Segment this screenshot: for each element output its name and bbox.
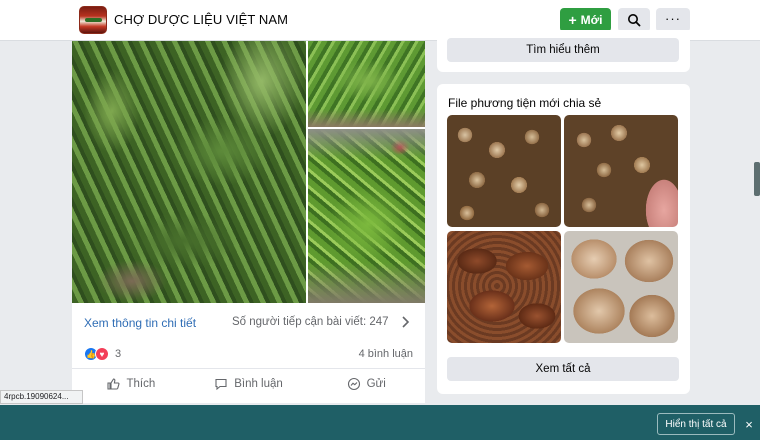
- like-label: Thích: [126, 377, 156, 390]
- reach-text[interactable]: Số người tiếp cận bài viết: 247: [232, 316, 389, 328]
- post-photo-top-right[interactable]: [308, 41, 425, 127]
- reactions-summary[interactable]: 👍 ♥ 3: [84, 347, 121, 361]
- learn-more-button[interactable]: Tìm hiểu thêm: [447, 38, 679, 62]
- media-title: File phương tiện mới chia sẻ: [448, 96, 602, 110]
- post-card: Xem thông tin chi tiết Số người tiếp cận…: [72, 41, 425, 403]
- love-reaction-icon: ♥: [95, 347, 109, 361]
- thumbs-up-icon: [107, 377, 120, 390]
- bottom-notification-bar: [0, 405, 760, 440]
- scrollbar-thumb[interactable]: [754, 162, 760, 196]
- comment-icon: [215, 378, 227, 390]
- group-name[interactable]: CHỢ DƯỢC LIỆU VIỆT NAM: [114, 12, 288, 27]
- search-icon: [628, 14, 641, 27]
- see-all-button[interactable]: Xem tất cả: [447, 357, 679, 381]
- new-post-button[interactable]: + Mới: [560, 8, 611, 32]
- media-thumbnail[interactable]: [447, 115, 561, 227]
- more-dots-icon: ···: [665, 10, 681, 26]
- messenger-icon: [347, 377, 360, 390]
- media-thumbnail[interactable]: [564, 115, 678, 227]
- recent-media-card: File phương tiện mới chia sẻ Xem tất cả: [437, 84, 690, 394]
- plus-icon: +: [568, 12, 577, 28]
- post-action-row: Thích Bình luận Gửi: [72, 368, 425, 398]
- send-label: Gửi: [366, 377, 386, 390]
- about-card: Tìm hiểu thêm: [437, 30, 690, 72]
- search-button[interactable]: [618, 8, 650, 32]
- chevron-right-icon[interactable]: [400, 315, 410, 329]
- show-all-button[interactable]: Hiển thị tất cả: [657, 413, 735, 435]
- comment-label: Bình luận: [234, 377, 283, 390]
- post-photo-bottom-right[interactable]: [308, 129, 425, 303]
- like-button[interactable]: Thích: [72, 369, 190, 398]
- new-button-label: Mới: [580, 13, 603, 27]
- group-avatar[interactable]: [79, 6, 107, 34]
- reaction-count: 3: [115, 348, 122, 360]
- more-button[interactable]: ···: [656, 8, 690, 32]
- post-photo-main[interactable]: [72, 41, 306, 303]
- close-icon[interactable]: ×: [742, 415, 756, 433]
- send-button[interactable]: Gửi: [307, 369, 425, 398]
- details-link[interactable]: Xem thông tin chi tiết: [84, 316, 196, 330]
- url-status-tooltip: 4rpcb.19090624...: [0, 390, 83, 404]
- comment-button[interactable]: Bình luận: [190, 369, 308, 398]
- comment-count[interactable]: 4 bình luận: [359, 348, 413, 360]
- media-thumbnail[interactable]: [564, 231, 678, 343]
- media-thumbnail[interactable]: [447, 231, 561, 343]
